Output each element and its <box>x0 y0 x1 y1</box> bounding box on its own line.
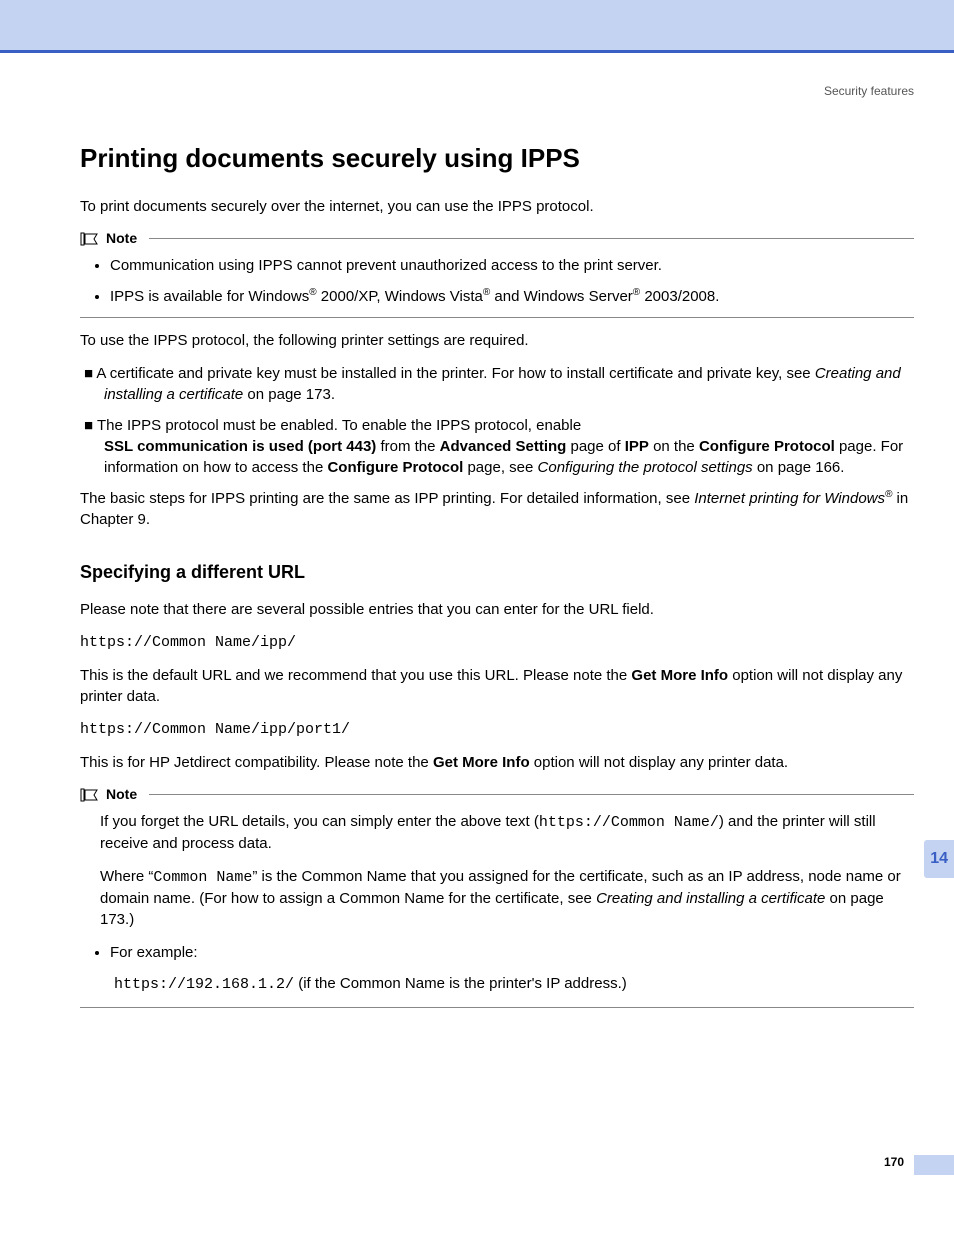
note-label: Note <box>106 785 137 805</box>
note1-item2: IPPS is available for Windows® 2000/XP, … <box>110 286 914 307</box>
bullet-2: The IPPS protocol must be enabled. To en… <box>84 415 914 478</box>
bold: Configure Protocol <box>327 459 463 476</box>
text: This is for HP Jetdirect compatibility. … <box>80 754 433 771</box>
url-example-1: https://Common Name/ipp/ <box>80 632 914 653</box>
bold: Get More Info <box>631 667 728 684</box>
note-box-2: Note If you forget the URL details, you … <box>80 785 914 1008</box>
text: Internet printing for Windows <box>694 490 885 507</box>
note-rule-bottom <box>80 1007 914 1008</box>
bold: Get More Info <box>433 754 530 771</box>
text: The basic steps for IPPS printing are th… <box>80 490 694 507</box>
text: Where “ <box>100 868 153 885</box>
note1-item1: Communication using IPPS cannot prevent … <box>110 255 914 276</box>
paragraph: This is for HP Jetdirect compatibility. … <box>80 752 914 773</box>
text: on the <box>649 438 699 455</box>
example-label: For example: <box>110 942 914 963</box>
text: from the <box>376 438 439 455</box>
note-label: Note <box>106 229 137 249</box>
bold: SSL communication is used (port 443) <box>104 438 376 455</box>
text: If you forget the URL details, you can s… <box>100 813 539 830</box>
page-title: Printing documents securely using IPPS <box>80 140 914 176</box>
text: IPPS is available for Windows <box>110 288 309 305</box>
code: https://Common Name/ <box>539 814 719 831</box>
subheading: Specifying a different URL <box>80 560 914 585</box>
note2-p1: If you forget the URL details, you can s… <box>100 811 914 854</box>
pencil-icon <box>80 231 100 247</box>
xref: Creating and installing a certificate <box>596 890 825 907</box>
url-example-2: https://Common Name/ipp/port1/ <box>80 719 914 740</box>
note-box-1: Note Communication using IPPS cannot pre… <box>80 229 914 318</box>
text: page, see <box>463 459 537 476</box>
note-rule-bottom <box>80 317 914 318</box>
top-bar <box>0 0 954 53</box>
text: option will not display any printer data… <box>530 754 788 771</box>
xref: Configuring the protocol settings <box>538 459 753 476</box>
page-number: 170 <box>884 1155 904 1169</box>
page-content: Security features Printing documents sec… <box>0 53 954 1040</box>
note-rule <box>149 794 914 795</box>
bold: Advanced Setting <box>440 438 567 455</box>
text: The IPPS protocol must be enabled. To en… <box>97 417 581 434</box>
section-header: Security features <box>80 83 914 100</box>
paragraph: This is the default URL and we recommend… <box>80 665 914 707</box>
text: (if the Common Name is the printer's IP … <box>294 975 627 992</box>
bullet-1: A certificate and private key must be in… <box>84 363 914 405</box>
code: https://192.168.1.2/ <box>114 976 294 993</box>
paragraph: To use the IPPS protocol, the following … <box>80 330 914 351</box>
code: Common Name <box>153 869 252 886</box>
xref: Internet printing for Windows® <box>694 490 892 507</box>
text: and Windows Server <box>490 288 633 305</box>
bold: Configure Protocol <box>699 438 835 455</box>
text: on page 173. <box>243 386 335 403</box>
example-line: https://192.168.1.2/ (if the Common Name… <box>100 973 914 995</box>
text: page of <box>566 438 624 455</box>
text: on page 166. <box>753 459 845 476</box>
text: 2003/2008. <box>640 288 719 305</box>
bold: IPP <box>625 438 649 455</box>
pencil-icon <box>80 787 100 803</box>
text: A certificate and private key must be in… <box>96 365 814 382</box>
requirements-list: A certificate and private key must be in… <box>80 363 914 478</box>
text: 2000/XP, Windows Vista <box>317 288 483 305</box>
intro-paragraph: To print documents securely over the int… <box>80 196 914 217</box>
paragraph: The basic steps for IPPS printing are th… <box>80 488 914 530</box>
note2-p2: Where “Common Name” is the Common Name t… <box>100 866 914 930</box>
page-number-bar <box>914 1155 954 1175</box>
text: This is the default URL and we recommend… <box>80 667 631 684</box>
note-rule <box>149 238 914 239</box>
chapter-tab: 14 <box>924 840 954 878</box>
reg-mark: ® <box>309 287 316 298</box>
paragraph: Please note that there are several possi… <box>80 599 914 620</box>
